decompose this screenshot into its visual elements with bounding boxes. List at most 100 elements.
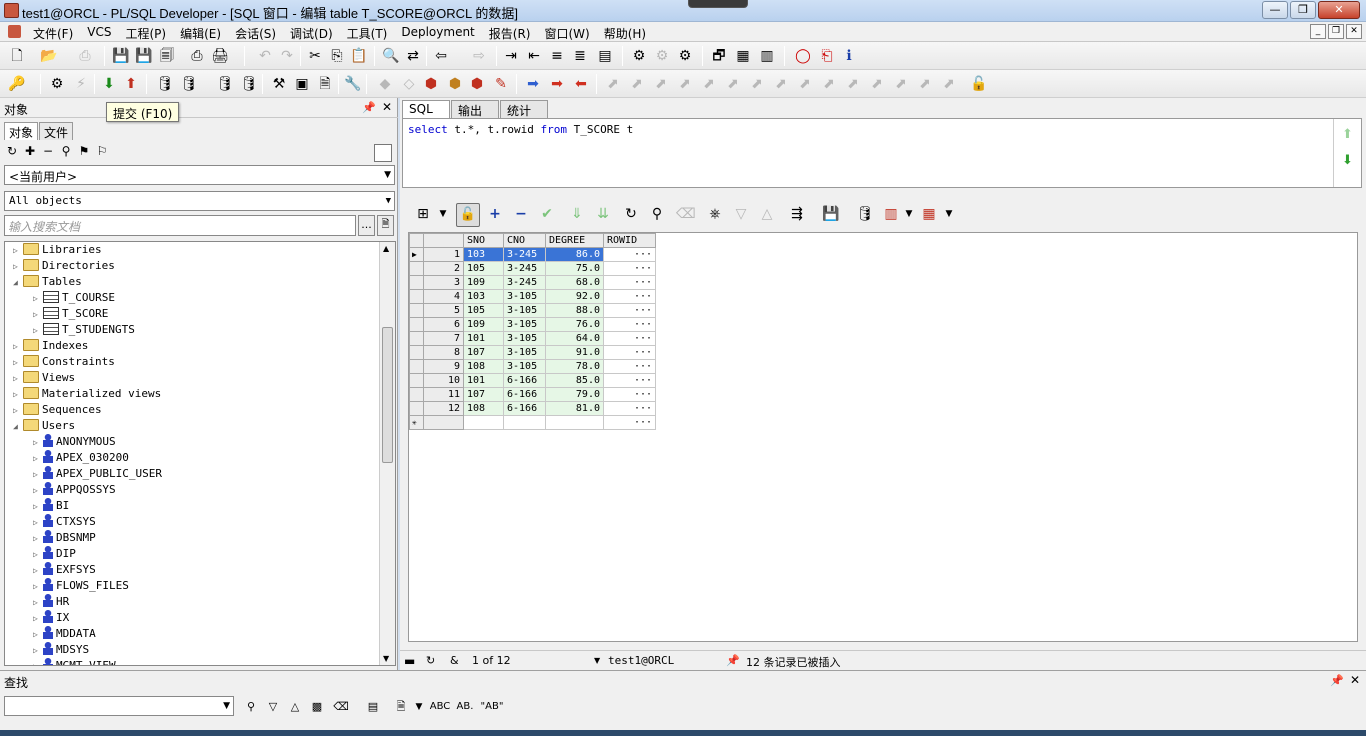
find-in-selection-icon[interactable]: ▤ xyxy=(364,698,382,716)
grid-cell[interactable]: 86.0 xyxy=(545,247,604,262)
expand-icon[interactable]: ▷ xyxy=(33,547,43,563)
query-by-example-icon[interactable]: ⎈ xyxy=(706,205,724,223)
tree-node[interactable]: ▷ HR xyxy=(33,594,69,610)
column-header[interactable]: CNO xyxy=(503,233,546,248)
grid-cell[interactable]: 6-166 xyxy=(503,401,546,416)
tree-node[interactable]: ▷ Libraries xyxy=(13,242,102,258)
row-indicator[interactable] xyxy=(409,275,424,290)
grid-cell[interactable]: 105 xyxy=(463,261,504,276)
debug-run-icon[interactable]: ◇ xyxy=(400,75,418,93)
collapse-icon[interactable]: ◢ xyxy=(13,275,23,291)
find-scope-dropdown-icon[interactable]: ▼ xyxy=(410,698,428,716)
delete-record-icon[interactable]: − xyxy=(512,205,530,223)
grid-cell[interactable]: 76.0 xyxy=(545,317,604,332)
grid-cell[interactable]: 101 xyxy=(463,373,504,388)
column-header[interactable]: SNO xyxy=(463,233,504,248)
minimize-button[interactable]: — xyxy=(1262,1,1288,19)
rowid-cell-button[interactable]: ··· xyxy=(603,415,656,430)
redo-icon[interactable]: ↷ xyxy=(278,47,296,65)
undo-icon[interactable]: ↶ xyxy=(256,47,274,65)
rowid-cell-button[interactable]: ··· xyxy=(603,289,656,304)
grid-cell[interactable]: 85.0 xyxy=(545,373,604,388)
clear-highlight-icon[interactable]: ⌫ xyxy=(332,698,350,716)
row-indicator[interactable] xyxy=(409,401,424,416)
find-pin-icon[interactable]: 📌 xyxy=(1330,674,1344,687)
indent-icon[interactable]: ⇥ xyxy=(502,47,520,65)
row-indicator[interactable] xyxy=(409,373,424,388)
tree-node[interactable]: ▷ Constraints xyxy=(13,354,115,370)
expand-icon[interactable]: ▷ xyxy=(33,483,43,499)
debug-tool-7-icon[interactable]: ⬈ xyxy=(748,75,766,93)
tab-objects[interactable]: 对象 xyxy=(4,122,39,140)
edit-data-lock-icon[interactable]: 🔓 xyxy=(456,203,480,227)
step-out-icon[interactable]: ⬈ xyxy=(652,75,670,93)
row-indicator[interactable] xyxy=(409,317,424,332)
tree-node[interactable]: ▷ T_STUDENGTS xyxy=(33,322,135,338)
arrow-left-red-icon[interactable]: ⬅ xyxy=(572,75,590,93)
oracle-icon[interactable]: ◯ xyxy=(794,47,812,65)
expand-icon[interactable]: ▷ xyxy=(33,467,43,483)
grid-cell[interactable]: 68.0 xyxy=(545,275,604,290)
expand-icon[interactable]: ▷ xyxy=(33,563,43,579)
commit-icon[interactable]: ⬇ xyxy=(100,75,118,93)
menu-item-1[interactable]: VCS xyxy=(80,25,118,42)
grid-view-icon[interactable]: ⊞ xyxy=(414,205,432,223)
report-icon[interactable]: ▣ xyxy=(293,75,311,93)
grid-cell[interactable]: 3-105 xyxy=(503,359,546,374)
beautifier-options-icon[interactable]: ⚙ xyxy=(653,47,671,65)
previous-statement-icon[interactable]: ⬆ xyxy=(1342,127,1353,142)
expand-icon[interactable]: ▷ xyxy=(33,643,43,659)
tree-scrollbar[interactable]: ▲ ▼ xyxy=(379,242,395,665)
find-binoculars-icon[interactable]: ⚲ xyxy=(242,698,260,716)
tile-icon[interactable]: ▦ xyxy=(734,47,752,65)
refresh-icon[interactable]: ↻ xyxy=(4,144,20,158)
rowid-cell-button[interactable]: ··· xyxy=(603,261,656,276)
grid-cell[interactable]: 3-105 xyxy=(503,303,546,318)
filter-edit-icon[interactable]: ⚐ xyxy=(94,144,110,158)
tree-node[interactable]: ▷ APPQOSSYS xyxy=(33,482,116,498)
grid-cell[interactable]: 3-245 xyxy=(503,261,546,276)
comment-icon[interactable]: ≡ xyxy=(548,47,566,65)
tree-node[interactable]: ▷ MGMT_VIEW xyxy=(33,658,116,665)
expand-icon[interactable]: ▷ xyxy=(33,499,43,515)
execute-icon[interactable]: ⚙ xyxy=(48,75,66,93)
insert-record-icon[interactable]: + xyxy=(486,205,504,223)
new-row[interactable]: ✳ ··· xyxy=(409,415,656,430)
collapse-icon[interactable]: ◢ xyxy=(13,419,23,435)
sql-window-dropdown-icon[interactable]: 🛢 xyxy=(180,75,198,93)
grid-cell[interactable] xyxy=(503,415,546,430)
arrow-right-blue-icon[interactable]: ➡ xyxy=(524,75,542,93)
sql-statement[interactable]: select t.*, t.rowid from T_SCORE t xyxy=(408,123,633,136)
match-case-button[interactable]: ABC xyxy=(428,698,452,716)
copy-icon[interactable]: ⎘ xyxy=(328,47,346,65)
table-row[interactable]: 11 107 6-166 79.0 ··· xyxy=(409,387,656,402)
panel-option-checkbox[interactable] xyxy=(374,144,392,162)
tree-node[interactable]: ▷ MDSYS xyxy=(33,642,89,658)
debug-tool-8-icon[interactable]: ⬈ xyxy=(772,75,790,93)
remove-icon[interactable]: − xyxy=(40,144,56,158)
save-all-icon[interactable]: 🗐 xyxy=(158,47,176,65)
tree-node[interactable]: ▷ MDDATA xyxy=(33,626,96,642)
row-indicator[interactable] xyxy=(409,359,424,374)
debug-tool-15-icon[interactable]: ⬈ xyxy=(940,75,958,93)
navigate-forward-icon[interactable]: ⇨ xyxy=(470,47,488,65)
expand-icon[interactable]: ▷ xyxy=(33,323,43,339)
expand-icon[interactable]: ▷ xyxy=(33,627,43,643)
table-row[interactable]: ▶ 1 103 3-245 86.0 ··· xyxy=(409,247,656,262)
grid-cell[interactable] xyxy=(463,415,504,430)
sort-up-icon[interactable]: △ xyxy=(758,205,776,223)
print-icon[interactable]: ⎙ xyxy=(76,47,94,65)
add-icon[interactable]: ✚ xyxy=(22,144,38,158)
mdi-restore-button[interactable]: ❐ xyxy=(1328,24,1344,39)
rowid-cell-button[interactable]: ··· xyxy=(603,275,656,290)
grid-cell[interactable]: 103 xyxy=(463,247,504,262)
find-icon[interactable]: 🔍 xyxy=(382,47,400,65)
grid-cell[interactable]: 105 xyxy=(463,303,504,318)
grid-cell[interactable]: 6-166 xyxy=(503,387,546,402)
paste-icon[interactable]: 📋 xyxy=(350,47,368,65)
outdent-icon[interactable]: ⇤ xyxy=(525,47,543,65)
tree-node[interactable]: ▷ Directories xyxy=(13,258,115,274)
mdi-window-icon[interactable] xyxy=(8,25,21,38)
row-indicator[interactable] xyxy=(409,345,424,360)
tree-node[interactable]: ▷ FLOWS_FILES xyxy=(33,578,129,594)
